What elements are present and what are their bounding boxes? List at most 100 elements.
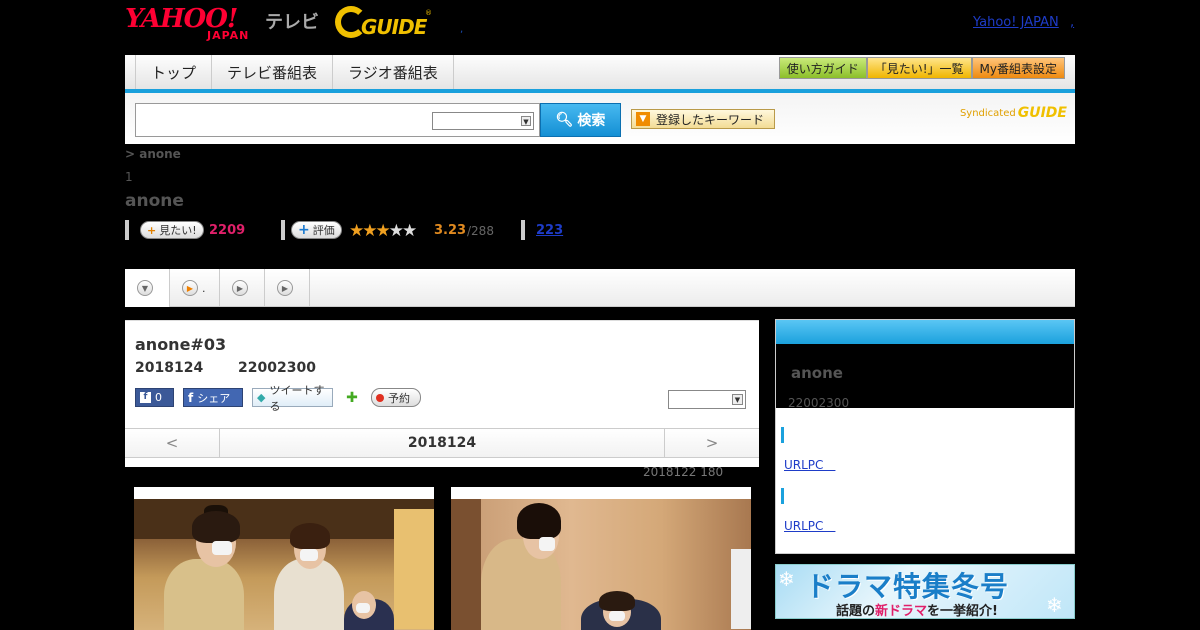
subtab-3[interactable]: ▶ [220,269,265,307]
episode-select[interactable]: ▼ [668,390,746,409]
sidebar-program-title: anone [791,364,843,382]
nav-tab-tv-listings[interactable]: テレビ番組表 [212,55,334,89]
stat-divider [521,220,525,240]
photo-image [451,499,751,630]
gguide-logo[interactable]: GUIDE ® [335,6,435,40]
gguide-small-logo: GUIDE [1017,105,1067,121]
page-title: anone [125,191,184,211]
stat-divider [281,220,285,240]
site-header: YAHOO! JAPAN テレビ GUIDE ® , Yahoo! JAPAN … [125,0,1075,50]
saved-keywords-label: 登録したキーワード [656,112,765,127]
want-button-label: 見たい! [159,224,197,237]
want-button[interactable]: + 見たい! [140,221,204,239]
twitter-bird-icon: ◆ [257,391,266,404]
want-list-button[interactable]: 「見たい!」一覧 [866,57,972,79]
sidebar-link-1[interactable]: URLPC [784,456,835,473]
facebook-icon: f [188,390,194,405]
star-empty-icon: ★★ [388,221,418,241]
drama-feature-banner[interactable]: ❄ ❄ ドラマ特集冬号 話題の新ドラマを一挙紹介! [775,564,1075,619]
yahoo-japan-link[interactable]: Yahoo! JAPAN [973,15,1059,30]
sidebar-header [776,320,1074,344]
record-icon [376,393,384,402]
tweet-label: ツイートする [269,383,325,413]
search-button[interactable]: 🔍︎ 検索 [540,103,621,137]
episode-title: anone#03 [135,335,227,354]
episode-pager: < 2018124 > [125,428,759,458]
sidebar-program-time: 22002300 [788,396,850,410]
next-episode-button[interactable]: > [664,429,759,457]
sidebar-program-box: anone 22002300 [776,344,1074,410]
search-button-label: 検索 [577,113,606,129]
my-listings-settings-button[interactable]: My番組表設定 [971,57,1065,79]
review-count-link[interactable]: 223 [536,223,563,238]
rating-stars: ★★★★★ [349,221,418,241]
facebook-icon: f [140,392,151,403]
snowflake-icon: ❄ [1046,593,1063,617]
rate-button-label: 評価 [312,224,335,237]
banner-sub-pre: 話題の [836,604,876,619]
saved-keywords-button[interactable]: ▼ 登録したキーワード [631,109,775,129]
banner-subtitle: 話題の新ドラマを一挙紹介! [836,600,998,619]
nav-buttons: 使い方ガイド 「見たい!」一覧 My番組表設定 [778,57,1065,79]
search-icon: 🔍︎ [555,112,574,128]
want-count: 2209 [209,223,246,238]
header-separator: , [460,24,464,35]
banner-title: ドラマ特集冬号 [806,570,1010,603]
sidebar-link-2[interactable]: URLPC [784,517,835,534]
japan-logo-text: JAPAN [207,29,250,42]
subtab-2[interactable]: ▶ . [170,269,220,307]
like-count: 0 [155,391,162,404]
star-icon: ★★★ [349,221,391,241]
banner-sub-emphasis: 新ドラマ [875,604,928,619]
nav-tabs: トップ テレビ番組表 ラジオ番組表 [135,55,454,89]
chevron-down-icon: ▼ [732,394,743,405]
program-stats: + 見たい! 2209 + 評価 ★★★★★ 3.23 /288 223 [125,220,725,241]
reserve-button[interactable]: 予約 [371,388,421,407]
search-bar: ▼ 🔍︎ 検索 ▼ 登録したキーワード Syndicated GUIDE [125,93,1075,144]
calendar-plus-icon: ✚ [346,389,358,406]
triangle-down-icon: ▼ [636,112,650,126]
subtab-4[interactable]: ▶ [265,269,310,307]
subtab-2-label: . [202,281,206,295]
gguide-logo-text: GUIDE [361,15,427,39]
nav-tab-top[interactable]: トップ [136,55,213,89]
yahoo-japan-logo[interactable]: YAHOO! JAPAN [125,4,265,42]
tweet-button[interactable]: ◆ ツイートする [252,384,333,413]
share-label: シェア [197,391,231,405]
rate-button[interactable]: + 評価 [291,221,342,239]
episode-photo-1[interactable] [134,487,434,630]
sidebar-section-marker [781,427,784,443]
chevron-down-icon: ▼ [521,116,531,126]
episode-photo-2[interactable] [451,487,751,630]
subtab-1[interactable]: ▼ [125,269,170,307]
facebook-like-button[interactable]: f 0 [135,388,174,407]
prev-episode-button[interactable]: < [125,429,220,457]
add-calendar-button[interactable]: ✚ [343,388,361,407]
sidebar-panel: anone 22002300 URLPC URLPC [775,319,1075,554]
photo-image [134,499,434,630]
episode-panel: anone#03 2018124 22002300 f 0 f シェア ◆ ツイ… [125,320,759,467]
update-note: 2018122 180 [643,465,724,479]
breadcrumb: > anone [125,147,181,161]
chevron-down-icon: ▼ [137,280,153,296]
program-subtabs: ▼ ▶ . ▶ ▶ [125,269,1075,307]
help-link[interactable]: , [1070,15,1074,30]
breadcrumb-number: 1 [125,170,133,184]
episode-date: 2018124 [135,360,204,376]
tv-logo-label: テレビ [265,12,319,33]
facebook-share-button[interactable]: f シェア [183,388,243,407]
nav-tab-radio-listings[interactable]: ラジオ番組表 [333,55,454,89]
reserve-label: 予約 [388,391,410,405]
play-icon: ▶ [232,280,248,296]
stat-divider [125,220,129,240]
guide-button[interactable]: 使い方ガイド [778,57,867,79]
banner-sub-post: を一挙紹介! [927,604,998,619]
syndicated-gguide: Syndicated GUIDE [960,105,1067,121]
snowflake-icon: ❄ [778,567,795,591]
registered-mark: ® [425,9,432,17]
search-category-select[interactable]: ▼ [432,112,534,130]
syndicated-label: Syndicated [959,107,1016,119]
rating-value: 3.23 [434,223,467,238]
current-episode-date: 2018124 [407,435,477,451]
social-buttons: f 0 f シェア ◆ ツイートする ✚ 予約 [135,384,755,413]
